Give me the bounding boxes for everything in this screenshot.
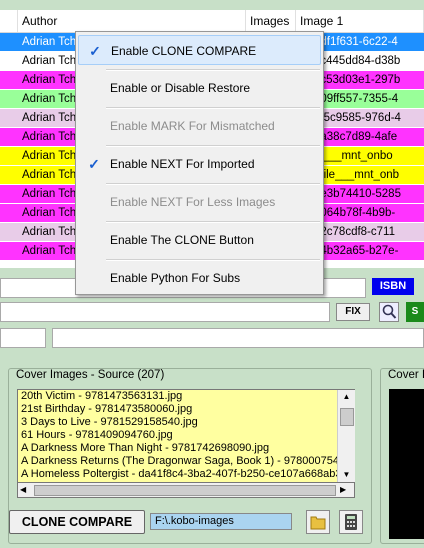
calculator-icon — [345, 514, 357, 530]
menu-item-label: Enable CLONE COMPARE — [111, 44, 257, 58]
browse-folder-button[interactable] — [306, 510, 330, 534]
list-item[interactable]: A Darkness Returns (The Dragonwar Saga, … — [18, 455, 354, 468]
list-item[interactable]: 20th Victim - 9781473563131.jpg — [18, 390, 354, 403]
green-action-button[interactable]: S — [406, 302, 424, 322]
menu-item-label: Enable The CLONE Button — [110, 233, 254, 247]
row-header[interactable] — [0, 90, 18, 108]
menu-item-label: Enable or Disable Restore — [110, 81, 251, 95]
menu-item: Enable MARK For Mismatched — [78, 111, 321, 141]
fix-button[interactable]: FIX — [336, 303, 370, 321]
menu-separator — [106, 259, 320, 261]
menu-item: Enable NEXT For Less Images — [78, 187, 321, 217]
menu-separator — [106, 107, 320, 109]
scroll-up-arrow-icon[interactable]: ▲ — [338, 390, 355, 404]
row-header[interactable] — [0, 147, 18, 165]
notes-field[interactable] — [52, 328, 424, 348]
menu-item[interactable]: Enable or Disable Restore — [78, 73, 321, 103]
cover-source-items: 20th Victim - 9781473563131.jpg 21st Birt… — [18, 390, 354, 481]
row-header[interactable] — [0, 223, 18, 241]
grid-header: Author Images Image 1 — [0, 10, 424, 33]
row-header[interactable] — [0, 185, 18, 203]
column-header-images[interactable]: Images — [246, 10, 296, 32]
isbn-label: ISBN — [372, 278, 414, 295]
cover-target-title: Cover In — [386, 369, 424, 381]
top-strip — [0, 0, 424, 10]
calculator-button[interactable] — [339, 510, 363, 534]
menu-item-label: Enable NEXT For Less Images — [110, 195, 276, 209]
menu-item-label: Enable NEXT For Imported — [110, 157, 255, 171]
scroll-left-arrow-icon[interactable]: ◀ — [20, 483, 32, 497]
menu-separator — [106, 183, 320, 185]
scroll-down-arrow-icon[interactable]: ▼ — [338, 468, 355, 482]
menu-separator — [106, 69, 320, 71]
search-button[interactable] — [379, 302, 399, 322]
checkmark-icon: ✓ — [89, 43, 101, 59]
menu-item-label: Enable MARK For Mismatched — [110, 119, 275, 133]
context-menu: ✓ Enable CLONE COMPARE Enable or Disable R… — [75, 31, 324, 295]
small-field[interactable] — [0, 328, 46, 348]
row-header[interactable] — [0, 166, 18, 184]
menu-item[interactable]: Enable Python For Subs — [78, 263, 321, 293]
list-item[interactable]: 21st Birthday - 9781473580060.jpg — [18, 403, 354, 416]
cover-source-title: Cover Images - Source (207) — [14, 369, 167, 381]
scroll-right-arrow-icon[interactable]: ▶ — [340, 483, 352, 497]
cover-preview — [389, 389, 424, 539]
cover-list-vscrollbar[interactable]: ▲ ▼ — [337, 390, 355, 482]
folder-icon — [310, 516, 326, 530]
search-field[interactable] — [0, 302, 330, 322]
search-icon — [382, 304, 397, 319]
column-header-author[interactable]: Author — [18, 10, 246, 32]
menu-item-label: Enable Python For Subs — [110, 271, 241, 285]
row-header-corner — [0, 10, 18, 32]
images-path-field[interactable]: F:\.kobo-images — [150, 513, 292, 530]
clone-compare-button[interactable]: CLONE COMPARE — [9, 510, 145, 534]
list-item[interactable]: A Homeless Poltergist - da41f8c4-3ba2-40… — [18, 468, 354, 481]
scroll-thumb[interactable] — [340, 408, 354, 426]
row-header[interactable] — [0, 33, 18, 51]
row-header[interactable] — [0, 128, 18, 146]
row-header[interactable] — [0, 109, 18, 127]
column-header-image1[interactable]: Image 1 — [296, 10, 424, 32]
cover-source-list[interactable]: 20th Victim - 9781473563131.jpg 21st Birt… — [17, 389, 355, 483]
list-item[interactable]: A Darkness More Than Night - 97817426980… — [18, 442, 354, 455]
cover-list-hscrollbar[interactable]: ◀ ▶ — [17, 483, 355, 498]
menu-item[interactable]: ✓ Enable CLONE COMPARE — [78, 35, 321, 65]
row-header[interactable] — [0, 204, 18, 222]
row-header[interactable] — [0, 52, 18, 70]
menu-separator — [106, 221, 320, 223]
list-item[interactable]: 61 Hours - 9781409094760.jpg — [18, 429, 354, 442]
row-header[interactable] — [0, 242, 18, 260]
checkmark-icon: ✓ — [88, 156, 100, 172]
hscroll-thumb[interactable] — [34, 485, 336, 496]
menu-item[interactable]: ✓ Enable NEXT For Imported — [78, 149, 321, 179]
list-item[interactable]: 3 Days to Live - 9781529158540.jpg — [18, 416, 354, 429]
menu-separator — [106, 145, 320, 147]
row-header[interactable] — [0, 71, 18, 89]
menu-item[interactable]: Enable The CLONE Button — [78, 225, 321, 255]
